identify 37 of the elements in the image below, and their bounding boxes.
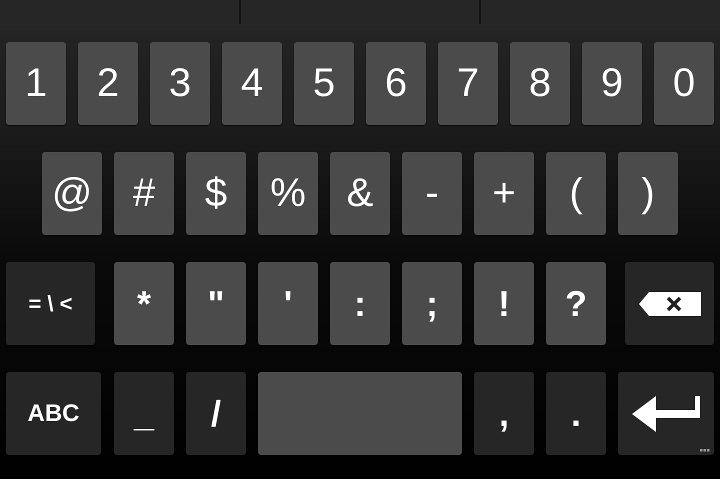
key[interactable]: 3 (150, 42, 210, 125)
key[interactable]: : (330, 262, 390, 345)
key[interactable]: 4 (222, 42, 282, 125)
key[interactable]: ' (258, 262, 318, 345)
key[interactable]: 1 (6, 42, 66, 125)
key[interactable]: # (114, 152, 174, 235)
backspace-icon (638, 292, 700, 316)
enter-icon (632, 396, 700, 432)
key[interactable]: + (474, 152, 534, 235)
mode-key[interactable]: ABC (6, 372, 101, 455)
key[interactable]: $ (186, 152, 246, 235)
key[interactable]: ) (618, 152, 678, 235)
key[interactable]: _ (114, 372, 174, 455)
key[interactable]: " (186, 262, 246, 345)
key[interactable]: / (186, 372, 246, 455)
key[interactable]: % (258, 152, 318, 235)
key[interactable]: @ (42, 152, 102, 235)
key[interactable]: 9 (582, 42, 642, 125)
backspace-key[interactable] (625, 262, 714, 345)
key[interactable]: ? (546, 262, 606, 345)
enter-key[interactable] (618, 372, 714, 455)
key[interactable]: , (474, 372, 534, 455)
key[interactable]: 2 (78, 42, 138, 125)
key[interactable]: ( (546, 152, 606, 235)
key[interactable]: ! (474, 262, 534, 345)
key[interactable]: 7 (438, 42, 498, 125)
key[interactable]: . (546, 372, 606, 455)
key[interactable]: 6 (366, 42, 426, 125)
key[interactable]: 5 (294, 42, 354, 125)
mode-key[interactable]: = \ < (6, 262, 95, 345)
key[interactable]: ; (402, 262, 462, 345)
key[interactable]: & (330, 152, 390, 235)
key[interactable]: 0 (654, 42, 714, 125)
more-icon (700, 449, 710, 452)
key[interactable]: - (402, 152, 462, 235)
key[interactable]: 8 (510, 42, 570, 125)
key[interactable]: * (114, 262, 174, 345)
